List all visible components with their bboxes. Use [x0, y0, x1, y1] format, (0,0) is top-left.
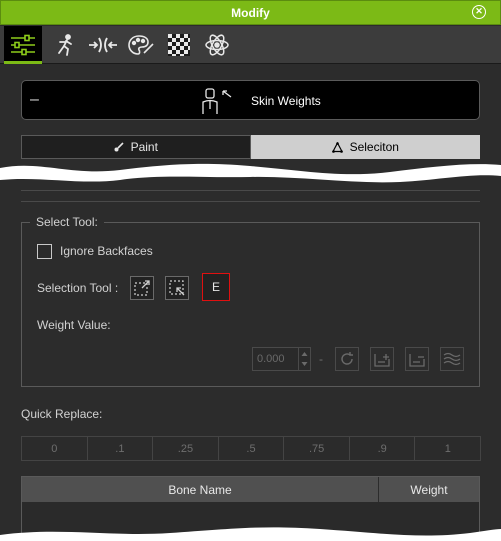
- select-shrink-button[interactable]: [165, 276, 189, 300]
- quick-replace-0.75[interactable]: .75: [283, 436, 350, 461]
- column-weight[interactable]: Weight: [379, 477, 479, 502]
- quick-replace-label: Quick Replace:: [21, 407, 103, 421]
- atom-icon: [205, 34, 229, 56]
- spin-arrows[interactable]: [298, 348, 310, 370]
- add-weight-button[interactable]: [370, 347, 394, 371]
- selection-tool-label: Selection Tool :: [37, 281, 119, 295]
- tab-motion[interactable]: [46, 26, 84, 64]
- e-button[interactable]: E: [202, 273, 230, 301]
- vertex-triangle-icon: [331, 141, 343, 153]
- refresh-icon: [341, 352, 353, 365]
- quick-replace-0[interactable]: 0: [21, 436, 88, 461]
- torn-edge-bottom: [0, 527, 501, 541]
- range-separator: -: [319, 352, 323, 366]
- add-weight-icon: [374, 354, 390, 367]
- divider: [21, 201, 480, 202]
- quick-replace-0.1[interactable]: .1: [86, 436, 154, 461]
- quick-replace-0.5[interactable]: .5: [217, 436, 285, 461]
- running-figure-icon: [58, 34, 72, 56]
- title-bar: Modify ✕: [0, 0, 501, 25]
- sliders-icon: [11, 34, 35, 56]
- tab-paint-label: Paint: [130, 140, 158, 154]
- select-grow-icon: [134, 280, 150, 296]
- skin-weights-icon: [202, 88, 232, 114]
- subtract-weight-icon: [409, 354, 425, 367]
- tab-modify-sliders[interactable]: [4, 26, 42, 64]
- tab-appearance[interactable]: [122, 26, 160, 64]
- checkerboard-icon: [168, 34, 190, 56]
- close-icon[interactable]: ✕: [472, 5, 486, 19]
- tab-physics[interactable]: [198, 26, 236, 64]
- modify-panel: Modify ✕ – Skin Weights Paint Seleciton …: [0, 0, 501, 541]
- quick-replace-0.9[interactable]: .9: [348, 436, 416, 461]
- tab-selection-label: Seleciton: [349, 140, 399, 154]
- tab-morph[interactable]: [84, 26, 122, 64]
- divider: [21, 190, 480, 191]
- weight-value-input[interactable]: 0.000: [252, 347, 311, 371]
- collapse-icon[interactable]: –: [30, 91, 39, 109]
- select-shrink-icon: [169, 280, 185, 296]
- skin-weights-header[interactable]: – Skin Weights: [21, 80, 480, 120]
- select-expand-button[interactable]: [130, 276, 154, 300]
- ignore-backfaces-checkbox[interactable]: [37, 244, 52, 259]
- subtract-weight-button[interactable]: [405, 347, 429, 371]
- refresh-weight-button[interactable]: [335, 347, 359, 371]
- spin-arrows-icon: [301, 352, 308, 366]
- merge-arrows-icon: [89, 37, 117, 53]
- skin-weights-label: Skin Weights: [251, 94, 321, 108]
- weight-value-label: Weight Value:: [37, 318, 111, 332]
- quick-replace-0.25[interactable]: .25: [152, 436, 219, 461]
- smooth-wave-icon: [443, 352, 461, 366]
- table-header: Bone Name Weight: [22, 477, 479, 502]
- quick-replace-buttons: 0 .1 .25 .5 .75 .9 1: [21, 436, 482, 461]
- quick-replace-1[interactable]: 1: [414, 436, 482, 461]
- select-tool-title: Select Tool:: [30, 215, 104, 229]
- ignore-backfaces-label: Ignore Backfaces: [60, 244, 153, 258]
- palette-icon: [128, 35, 154, 55]
- window-title: Modify: [231, 6, 270, 20]
- toolbar: [0, 26, 501, 64]
- brush-icon: [114, 142, 124, 152]
- torn-edge-divider: [0, 163, 501, 183]
- column-bone-name[interactable]: Bone Name: [22, 477, 379, 502]
- tab-material[interactable]: [160, 26, 198, 64]
- weight-value: 0.000: [257, 353, 285, 365]
- smooth-weight-button[interactable]: [440, 347, 464, 371]
